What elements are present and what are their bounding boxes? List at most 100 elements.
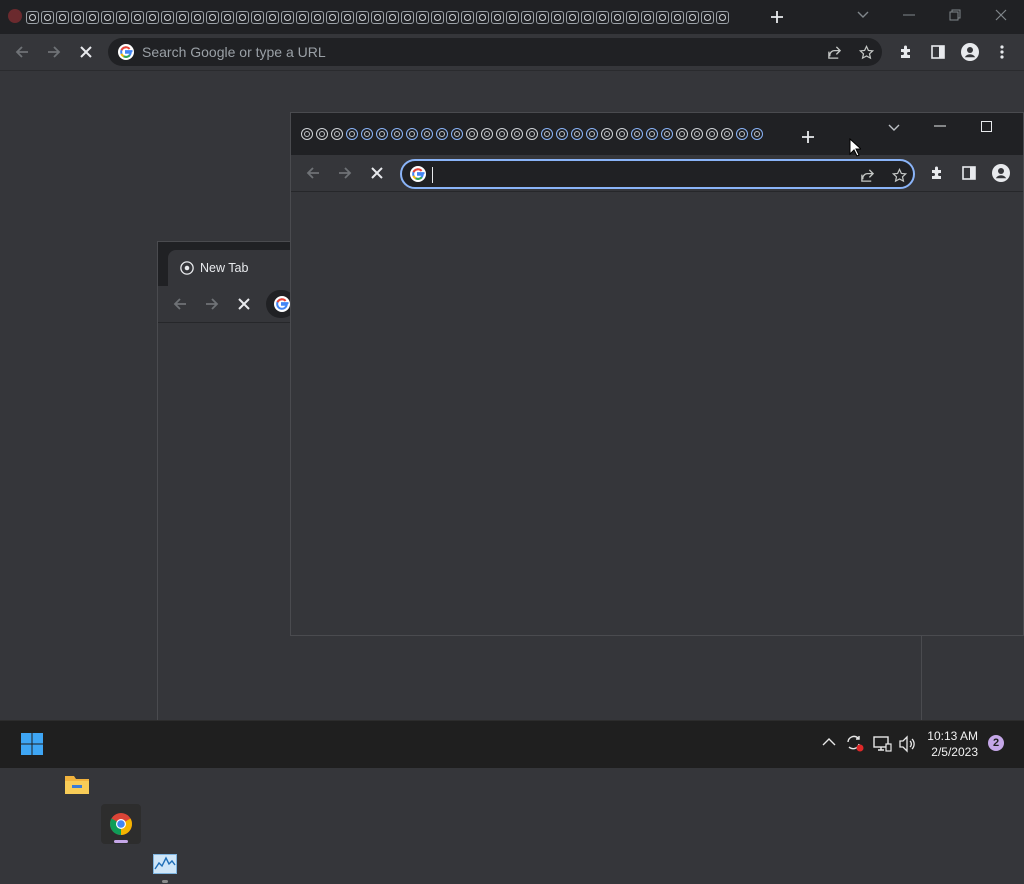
tab-favicon-icon[interactable] (436, 128, 448, 140)
tab-favicon-icon[interactable] (676, 128, 688, 140)
forward-button[interactable] (197, 289, 227, 319)
tab-favicon-icon[interactable] (401, 10, 414, 24)
profile-button[interactable] (986, 158, 1016, 188)
tab-favicon-icon[interactable] (236, 10, 249, 24)
share-button[interactable] (819, 37, 849, 67)
tab-favicon-icon[interactable] (446, 10, 459, 24)
tab-favicon-icon[interactable] (736, 128, 748, 140)
back-button[interactable] (7, 37, 37, 67)
tab-favicon-icon[interactable] (601, 128, 613, 140)
tab-favicon-icon[interactable] (251, 10, 264, 24)
stop-button[interactable] (362, 158, 392, 188)
tab-favicon-icon[interactable] (721, 128, 733, 140)
tab-favicon-icon[interactable] (311, 10, 324, 24)
tab-search-button[interactable] (879, 113, 909, 143)
tab-favicon-icon[interactable] (416, 10, 429, 24)
tab-favicon-icon[interactable] (706, 128, 718, 140)
tab-favicon-icon[interactable] (716, 10, 729, 24)
tab-favicon-icon[interactable] (301, 128, 313, 140)
tab-favicon-icon[interactable] (406, 128, 418, 140)
tab-favicon-icon[interactable] (341, 10, 354, 24)
tab-favicon-icon[interactable] (176, 10, 189, 24)
tab-favicon-icon[interactable] (386, 10, 399, 24)
volume-tray-button[interactable] (898, 735, 916, 753)
chrome-taskbar-button[interactable] (101, 804, 141, 844)
tab-favicon-icon[interactable] (161, 10, 174, 24)
tab-favicon-icon[interactable] (281, 10, 294, 24)
task-manager-button[interactable] (145, 844, 185, 884)
tab-search-button[interactable] (848, 0, 878, 30)
tab-favicon-icon[interactable] (491, 10, 504, 24)
extensions-button[interactable] (922, 158, 952, 188)
bookmark-button[interactable] (884, 160, 914, 190)
tab-favicon-icon[interactable] (521, 10, 534, 24)
tab-favicon-icon[interactable] (541, 128, 553, 140)
tab-favicon-icon[interactable] (296, 10, 309, 24)
tab-favicon-icon[interactable] (586, 128, 598, 140)
tab-favicon-icon[interactable] (551, 10, 564, 24)
profile-button[interactable] (955, 37, 985, 67)
tab-favicon-icon[interactable] (751, 128, 763, 140)
maximize-button[interactable] (971, 111, 1001, 141)
back-button[interactable] (298, 158, 328, 188)
tab-favicon-icon[interactable] (361, 128, 373, 140)
tab-favicon-icon[interactable] (596, 10, 609, 24)
tab-favicon-icon[interactable] (581, 10, 594, 24)
front-browser-window[interactable] (290, 112, 1024, 636)
start-button[interactable] (12, 724, 52, 764)
tab-favicon-icon[interactable] (466, 128, 478, 140)
tab-favicon-icon[interactable] (451, 128, 463, 140)
extensions-button[interactable] (891, 37, 921, 67)
back-button[interactable] (165, 289, 195, 319)
tab-favicon-icon[interactable] (71, 10, 84, 24)
forward-button[interactable] (330, 158, 360, 188)
tab-favicon-icon[interactable] (631, 128, 643, 140)
tab-favicon-icon[interactable] (221, 10, 234, 24)
menu-button[interactable] (987, 37, 1017, 67)
tab-favicon-icon[interactable] (131, 10, 144, 24)
tab-favicon-icon[interactable] (571, 128, 583, 140)
file-explorer-button[interactable] (57, 764, 97, 804)
tab-favicon-icon[interactable] (701, 10, 714, 24)
stop-button[interactable] (71, 37, 101, 67)
tab-favicon-icon[interactable] (146, 10, 159, 24)
tab-favicon-icon[interactable] (266, 10, 279, 24)
tab-favicon-icon[interactable] (481, 128, 493, 140)
tab-favicon-icon[interactable] (191, 10, 204, 24)
network-tray-button[interactable] (872, 735, 892, 753)
tab-favicon-icon[interactable] (326, 10, 339, 24)
tab-favicon-icon[interactable] (616, 128, 628, 140)
tab-favicon-icon[interactable] (391, 128, 403, 140)
tab-favicon-icon[interactable] (556, 128, 568, 140)
notification-count-badge[interactable]: 2 (988, 735, 1004, 751)
tab-favicon-icon[interactable] (371, 10, 384, 24)
stop-button[interactable] (229, 289, 259, 319)
tab-favicon-icon[interactable] (346, 128, 358, 140)
tab-favicon-icon[interactable] (646, 128, 658, 140)
address-bar[interactable]: Search Google or type a URL (108, 38, 882, 66)
bookmark-button[interactable] (851, 37, 881, 67)
tab-favicon-icon[interactable] (26, 10, 39, 24)
tab-favicon-icon[interactable] (431, 10, 444, 24)
tab-favicon-icon[interactable] (671, 10, 684, 24)
tab-favicon-icon[interactable] (536, 10, 549, 24)
tab-favicon-icon[interactable] (686, 10, 699, 24)
new-tab-button[interactable] (793, 122, 823, 152)
tab-favicon-icon[interactable] (41, 10, 54, 24)
tab-favicon-icon[interactable] (611, 10, 624, 24)
forward-button[interactable] (39, 37, 69, 67)
restore-button[interactable] (940, 0, 970, 30)
tab-favicon-icon[interactable] (116, 10, 129, 24)
tab-favicon-icon[interactable] (691, 128, 703, 140)
clock[interactable]: 10:13 AM 2/5/2023 (927, 728, 978, 760)
tab-favicon-icon[interactable] (86, 10, 99, 24)
side-panel-button[interactable] (954, 158, 984, 188)
tab-favicon-icon[interactable] (376, 128, 388, 140)
new-tab-button[interactable] (762, 2, 792, 32)
minimize-button[interactable] (925, 111, 955, 141)
tab-favicon-icon[interactable] (316, 128, 328, 140)
minimize-button[interactable] (894, 0, 924, 30)
tab-favicon-icon[interactable] (511, 128, 523, 140)
tab-favicon-icon[interactable] (206, 10, 219, 24)
tab-favicon-icon[interactable] (101, 10, 114, 24)
